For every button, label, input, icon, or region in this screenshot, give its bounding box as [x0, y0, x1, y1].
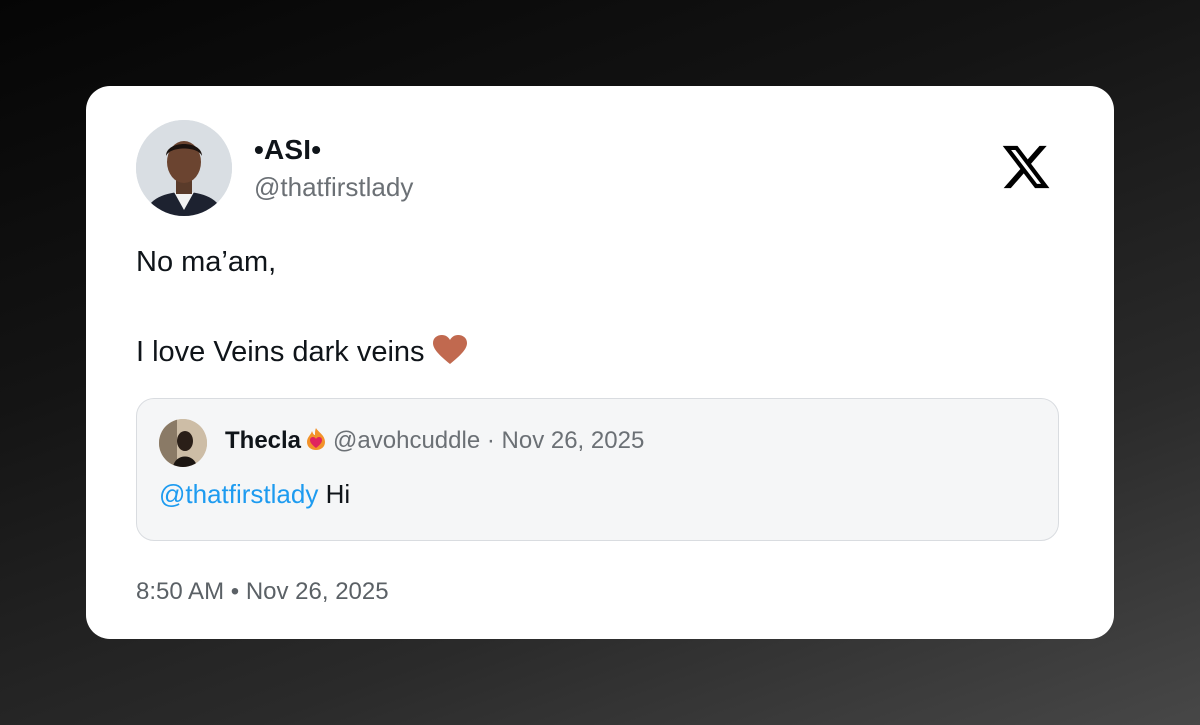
brown-heart-icon: [432, 335, 467, 365]
footer-date: Nov 26, 2025: [245, 578, 389, 605]
quoted-text: @thatfirstlady Hi: [159, 479, 350, 510]
quoted-display-name[interactable]: Thecla: [225, 427, 301, 454]
x-logo-icon[interactable]: [1000, 141, 1052, 193]
quoted-separator: ·: [486, 427, 495, 454]
footer-separator: •: [230, 578, 240, 605]
footer-time: 8:50 AM: [136, 578, 225, 605]
tweet-card: •ASI• @thatfirstlady No ma’am, I love Ve…: [86, 86, 1114, 639]
quoted-header: Thecla @avohcuddle · Nov 26, 2025: [225, 427, 644, 455]
author-handle[interactable]: @thatfirstlady: [254, 172, 413, 203]
tweet-line-2: I love Veins dark veins: [136, 336, 425, 368]
tweet-line-2-wrap: I love Veins dark veins: [136, 334, 467, 370]
heart-on-fire-icon: [305, 427, 327, 451]
author-display-name[interactable]: •ASI•: [254, 134, 321, 166]
quoted-date[interactable]: Nov 26, 2025: [502, 427, 645, 454]
tweet-line-1: No ma’am,: [136, 246, 277, 278]
author-avatar[interactable]: [136, 120, 232, 216]
quoted-handle[interactable]: @avohcuddle: [333, 427, 480, 454]
tweet-text: No ma’am, I love Veins dark veins: [136, 244, 467, 370]
quoted-body-text: Hi: [325, 479, 351, 509]
tweet-timestamp[interactable]: 8:50 AM • Nov 26, 2025: [136, 578, 389, 606]
quoted-mention-link[interactable]: @thatfirstlady: [159, 479, 318, 509]
quoted-tweet[interactable]: Thecla @avohcuddle · Nov 26, 2025 @thatfi…: [136, 398, 1059, 541]
quoted-avatar[interactable]: [159, 419, 207, 467]
